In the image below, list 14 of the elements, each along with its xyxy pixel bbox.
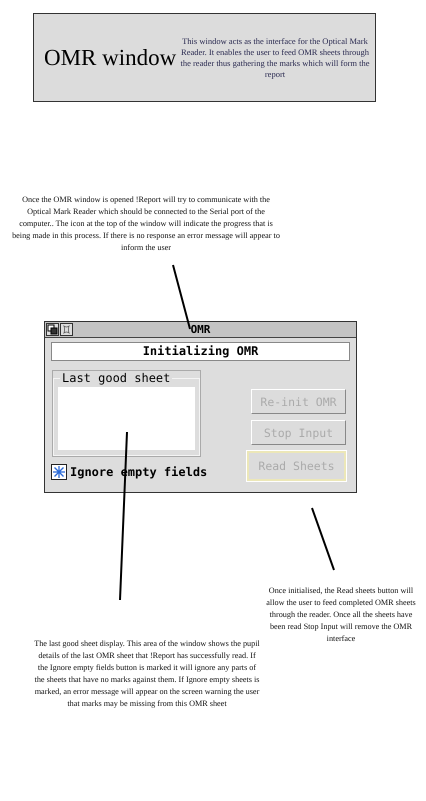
description-text: This window acts as the interface for the Optical Mark Reader. It enables the user to feed OMR sheets through the reader thus gathering the marks which will form the report — [180, 36, 370, 80]
leader-line — [311, 508, 335, 570]
back-icon[interactable] — [46, 323, 59, 336]
leader-line — [172, 264, 191, 330]
group-label: Last good sheet — [61, 371, 172, 385]
callout-text: Once the OMR window is opened !Report will try to communicate with the Optical Mark Reader which should be connected to the Serial port of the computer.. The icon at the top of the window will indicate the progress that is being made in this process. If there is no response an error message will appear to inform the user — [12, 194, 280, 254]
status-field: Initializing OMR — [51, 342, 350, 361]
toggle-size-icon[interactable] — [60, 323, 73, 336]
window-title: OMR — [190, 323, 210, 336]
callout-text: The last good sheet display. This area of the window shows the pupil details of the last OMR sheet that !Report has successfully read. If the Ignore empty fields button is marked it will ignore any parts of the sheets that have no marks against them. If Ignore empty sheets is marked, an error message will appear on the screen warning the user that marks may be missing from this OMR sheet — [33, 638, 261, 710]
callout-text: Once initialised, the Read sheets button will allow the user to feed completed OMR sheets through the reader. Once all the sheets have been read Stop Input will remove the OMR interface — [265, 585, 417, 645]
star-icon — [52, 465, 66, 479]
page-title: OMR window — [44, 44, 174, 70]
option-checkbox[interactable] — [51, 464, 67, 480]
